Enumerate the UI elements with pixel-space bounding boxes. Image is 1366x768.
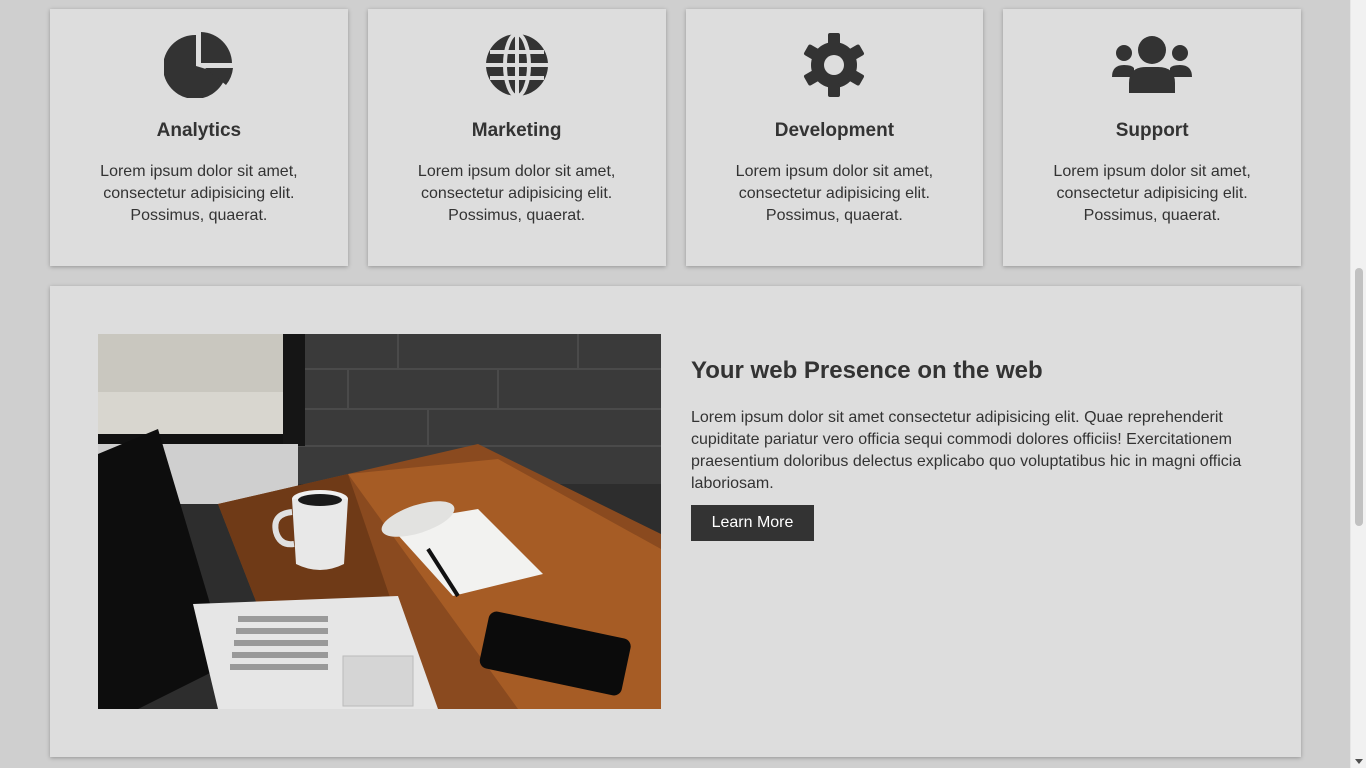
features-section: Analytics Lorem ipsum dolor sit amet, co… (50, 9, 1301, 266)
feature-title: Marketing (471, 120, 562, 141)
page: Analytics Lorem ipsum dolor sit amet, co… (0, 0, 1366, 768)
vertical-scrollbar[interactable] (1350, 0, 1366, 768)
scroll-down-arrow-icon[interactable] (1355, 759, 1363, 764)
gear-icon (686, 32, 984, 98)
workspace-photo (98, 334, 661, 709)
feature-description: Lorem ipsum dolor sit amet, consectetur … (417, 163, 616, 224)
showcase-body: Lorem ipsum dolor sit amet consectetur a… (691, 409, 1242, 492)
feature-description: Lorem ipsum dolor sit amet, consectetur … (1053, 163, 1251, 224)
showcase-content: Your web Presence on the web Lorem ipsum… (691, 356, 1256, 541)
showcase-section: Your web Presence on the web Lorem ipsum… (50, 286, 1301, 757)
showcase-heading: Your web Presence on the web (691, 357, 1043, 384)
feature-title: Development (774, 120, 895, 141)
scrollbar-thumb[interactable] (1355, 268, 1363, 526)
feature-card-marketing: Marketing Lorem ipsum dolor sit amet, co… (367, 9, 666, 266)
feature-card-development: Development Lorem ipsum dolor sit amet, … (685, 9, 984, 266)
learn-more-button[interactable]: Learn More (691, 505, 814, 541)
feature-title: Analytics (156, 120, 242, 141)
feature-description: Lorem ipsum dolor sit amet, consectetur … (100, 163, 298, 224)
users-icon (1003, 32, 1301, 98)
feature-card-analytics: Analytics Lorem ipsum dolor sit amet, co… (50, 9, 348, 266)
feature-description: Lorem ipsum dolor sit amet, consectetur … (735, 163, 934, 224)
pie-chart-icon (50, 32, 348, 98)
feature-title: Support (1115, 120, 1189, 141)
globe-icon (368, 32, 666, 98)
feature-card-support: Support Lorem ipsum dolor sit amet, cons… (1003, 9, 1301, 266)
